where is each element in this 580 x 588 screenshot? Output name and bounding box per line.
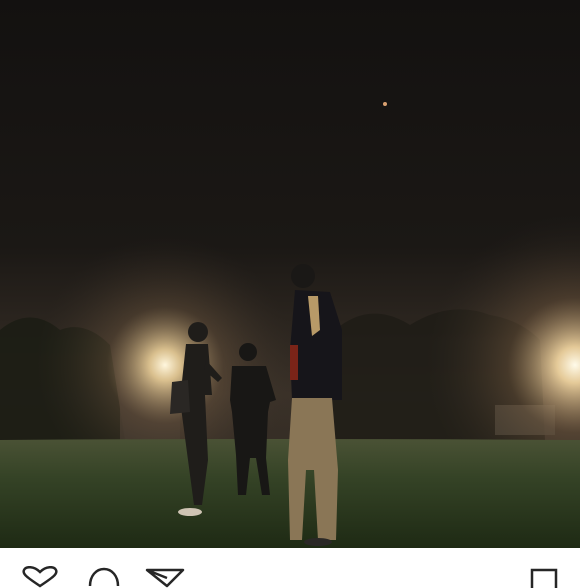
share-button[interactable] — [145, 566, 185, 588]
post-image[interactable] — [0, 0, 580, 548]
comment-button[interactable] — [84, 566, 120, 587]
bookmark-icon — [530, 568, 558, 588]
post-action-bar — [0, 548, 580, 588]
heart-icon — [22, 566, 58, 588]
save-button[interactable] — [528, 566, 564, 588]
comment-icon — [88, 567, 120, 587]
send-icon — [145, 568, 185, 588]
night-field-photo — [0, 0, 580, 548]
like-button[interactable] — [20, 566, 58, 588]
